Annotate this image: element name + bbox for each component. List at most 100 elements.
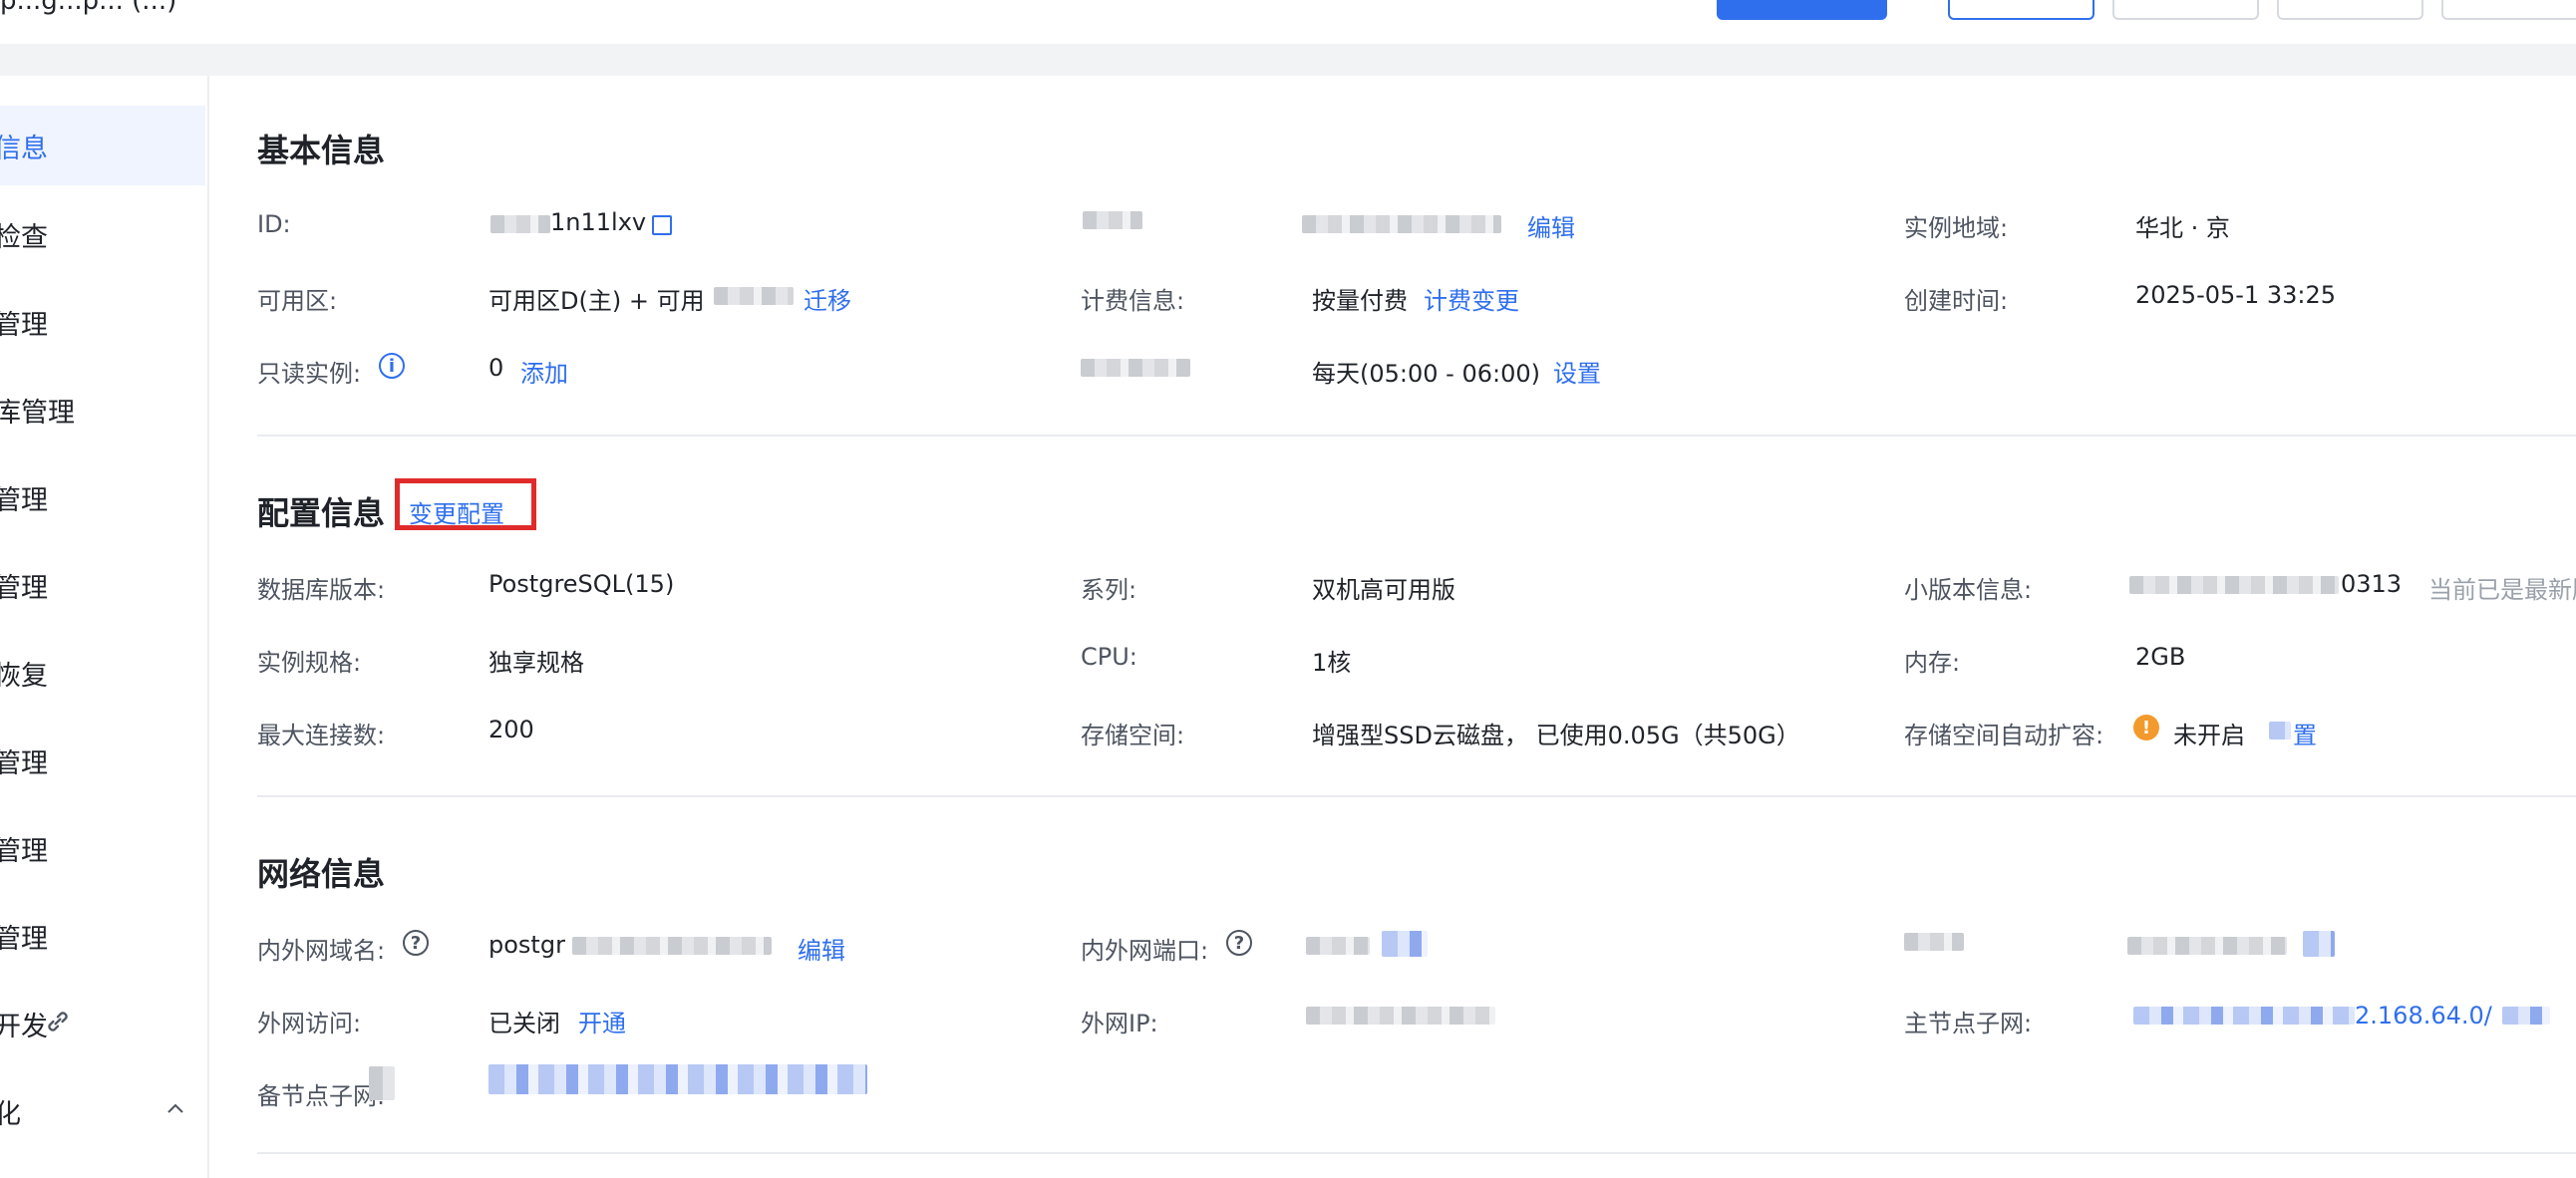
region-label: 实例地域: [1904,214,2009,242]
sidebar-item-manage-2[interactable]: 管理 [0,457,205,537]
db-version-value: PostgreSQL(15) [488,570,675,598]
sidebar-item-label: 开发 [0,1011,48,1042]
readonly-add-link[interactable]: 添加 [520,354,568,389]
spec-label: 实例规格: [257,649,362,677]
redacted-id-prefix [490,215,550,233]
header-divider-strip [0,44,2576,76]
domain-edit-link[interactable]: 编辑 [798,931,845,966]
maint-set-link[interactable]: 设置 [1553,354,1601,389]
auto-expand-label: 存储空间自动扩容: [1904,722,2104,749]
billing-label: 计费信息: [1081,287,1185,315]
redacted-net-link [2303,931,2335,957]
minor-version-value: 0313 [2341,570,2403,598]
sidebar-item-label: 管理 [0,747,48,779]
cpu-label: CPU: [1081,643,1137,671]
action-button-1[interactable] [1948,0,2094,20]
action-button-2[interactable] [2112,0,2259,20]
sidebar-item-label: 管理 [0,309,48,341]
id-value: 1n11lxv [550,208,647,236]
top-bar: p...g...p... (...) [0,0,2576,44]
sidebar-item-manage-4[interactable]: 管理 [0,721,205,800]
redacted-standby-label-suffix [369,1066,395,1100]
series-value: 双机高可用版 [1312,576,1455,604]
sidebar-item-restore[interactable]: 恢复 [0,633,205,713]
redacted-public-ip [1306,1007,1495,1025]
main-content: 基本信息 ID: 1n11lxv 编辑 实例地域: 华北 · 京 可用区: 可用… [209,76,2576,1178]
standby-subnet-label: 备节点子网: [257,1082,386,1110]
db-version-label: 数据库版本: [257,576,386,604]
storage-label: 存储空间: [1081,722,1185,749]
sidebar-item-label: 管理 [0,923,48,955]
instance-title: p...g...p... (...) [0,0,177,16]
sidebar-item-manage-1[interactable]: 管理 [0,282,205,362]
sidebar-item-optimize[interactable]: 化 [0,1071,205,1151]
sidebar-item-label: 检查 [0,221,48,253]
minor-version-note: 当前已是最新版 [2428,576,2576,604]
redacted-master-subnet [2133,1007,2355,1025]
maint-window-value: 每天(05:00 - 06:00) [1312,360,1540,388]
sidebar-item-label: 恢复 [0,660,48,692]
redacted-minor-version [2129,576,2339,594]
sidebar-item-label: 管理 [0,835,48,867]
billing-value: 按量付费 [1312,287,1408,315]
redacted-net-label [1904,933,1964,951]
sidebar: 信息 检查 管理 库管理 管理 管理 恢复 管理 管理 管理 开发 化 [0,76,209,1178]
region-value: 华北 · 京 [2135,214,2230,242]
max-conn-label: 最大连接数: [257,722,386,749]
sidebar-item-label: 化 [0,1098,21,1130]
edit-name-link[interactable]: 编辑 [1527,208,1575,243]
redacted-port [1306,937,1370,955]
public-access-open-link[interactable]: 开通 [578,1004,626,1038]
sidebar-item-label: 管理 [0,484,48,516]
sidebar-item-manage-6[interactable]: 管理 [0,896,205,976]
zone-value: 可用区D(主) + 可用 [488,287,705,315]
master-subnet-label: 主节点子网: [1904,1010,2033,1037]
master-subnet-value[interactable]: 2.168.64.0/ [2355,1002,2492,1030]
section-title-config: 配置信息 [257,494,386,532]
action-button-4[interactable] [2441,0,2576,20]
readonly-label: 只读实例: [257,360,362,388]
readonly-value: 0 [488,354,504,382]
copy-icon[interactable] [652,215,672,235]
sidebar-item-db-manage[interactable]: 库管理 [0,370,205,449]
memory-label: 内存: [1904,649,1961,677]
section-title-network: 网络信息 [257,855,386,893]
created-value: 2025-05-1 33:25 [2135,281,2336,309]
redacted-zone [714,287,794,305]
divider [257,795,2576,797]
domain-value: postgr [488,931,565,959]
public-access-value: 已关闭 [488,1010,560,1037]
warning-icon: ! [2133,715,2159,740]
spec-value: 独享规格 [488,649,584,677]
redacted-domain [572,937,772,955]
chevron-up-icon[interactable] [163,1097,187,1121]
info-icon[interactable]: i [379,353,405,379]
redacted-name-value [1302,215,1501,233]
sidebar-item-check[interactable]: 检查 [0,194,205,274]
series-label: 系列: [1081,576,1137,604]
minor-version-label: 小版本信息: [1904,576,2033,604]
action-button-3[interactable] [2277,0,2423,20]
primary-action-button[interactable] [1717,0,1887,20]
help-icon[interactable]: ? [1226,930,1252,956]
redacted-standby-subnet [488,1064,867,1094]
sidebar-item-manage-5[interactable]: 管理 [0,808,205,888]
sidebar-item-label: 信息 [0,133,48,164]
auto-expand-set-link[interactable]: 置 [2293,716,2317,750]
help-icon[interactable]: ? [403,930,429,956]
redacted-maint-label [1081,359,1190,377]
sidebar-item-develop[interactable]: 开发 [0,984,205,1063]
billing-change-link[interactable]: 计费变更 [1424,281,1519,316]
max-conn-value: 200 [488,716,534,743]
divider [257,435,2576,437]
zone-migrate-link[interactable]: 迁移 [804,281,851,316]
storage-value: 增强型SSD云磁盘， 已使用0.05G（共50G） [1312,722,1800,749]
redacted-auto-expand-link [2269,722,2291,739]
section-title-basic: 基本信息 [257,132,386,169]
sidebar-item-manage-3[interactable]: 管理 [0,545,205,625]
port-label: 内外网端口: [1081,937,1209,965]
redacted-master-subnet-suffix [2502,1007,2550,1025]
sidebar-item-label: 库管理 [0,397,75,429]
sidebar-item-basic-info[interactable]: 信息 [0,106,205,185]
redacted-port-link [1382,931,1428,957]
